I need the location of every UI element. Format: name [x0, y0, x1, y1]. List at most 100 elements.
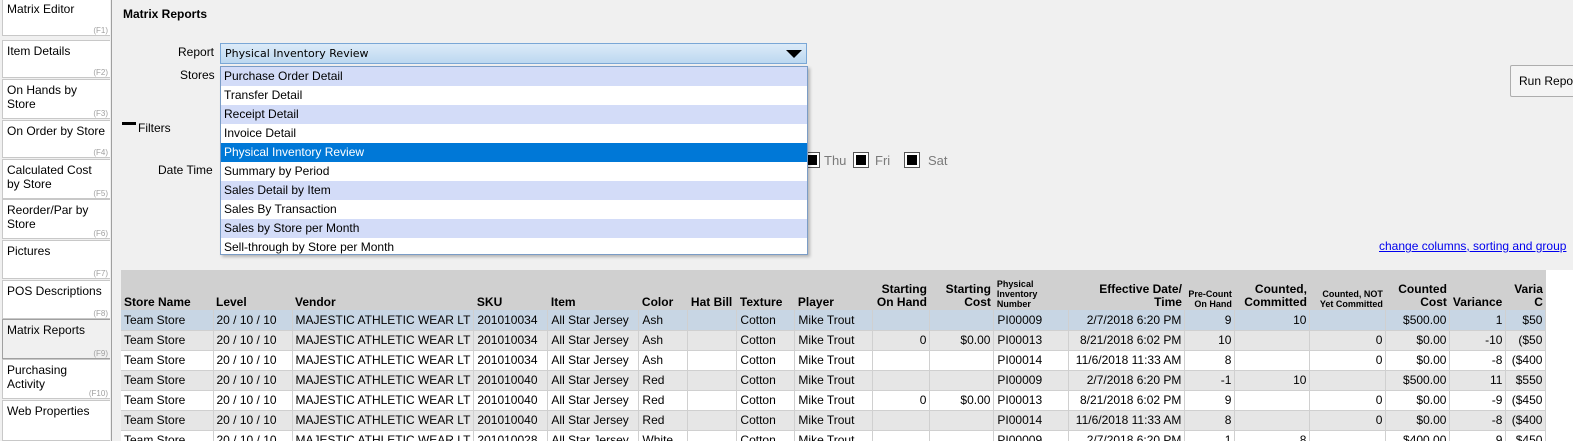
table-row[interactable]: Team Store 20 / 10 / 10 MAJESTIC ATHLETIC … — [121, 350, 1547, 371]
table-row[interactable]: Team Store 20 / 10 / 10 MAJESTIC ATHLETIC … — [121, 330, 1547, 351]
table-row[interactable]: Team Store 20 / 10 / 10 MAJESTIC ATHLETIC … — [121, 430, 1547, 441]
table-cell[interactable]: MAJESTIC ATHLETIC WEAR LT — [292, 430, 475, 441]
table-cell[interactable]: Cotton — [736, 410, 796, 431]
table-row[interactable]: Team Store 20 / 10 / 10 MAJESTIC ATHLETIC … — [121, 390, 1547, 411]
dropdown-option[interactable]: Invoice Detail — [221, 124, 807, 143]
dropdown-option[interactable]: Purchase Order Detail — [221, 67, 807, 86]
column-header[interactable]: Level — [213, 270, 292, 310]
table-cell[interactable] — [687, 310, 738, 331]
column-header[interactable]: Variance — [1449, 270, 1506, 310]
day-checkbox-fri[interactable]: Fri — [853, 152, 903, 170]
table-cell[interactable]: 20 / 10 / 10 — [213, 370, 293, 391]
report-grid[interactable]: Store Name Level Vendor SKU Item Color H… — [121, 270, 1573, 441]
table-cell[interactable] — [687, 410, 738, 431]
table-cell[interactable]: ($400 — [1505, 410, 1547, 431]
table-cell[interactable]: Team Store — [121, 390, 214, 411]
table-cell[interactable] — [929, 350, 995, 371]
table-cell[interactable]: Cotton — [736, 330, 796, 351]
column-header[interactable]: Counted, NOT Yet Committed — [1309, 270, 1386, 310]
table-cell[interactable]: 2/7/2018 6:20 PM — [1068, 430, 1186, 441]
run-report-button[interactable]: Run Repo — [1510, 65, 1573, 97]
table-cell[interactable]: 8 — [1234, 430, 1311, 441]
table-cell[interactable]: 11/6/2018 11:33 AM — [1068, 350, 1186, 371]
table-cell[interactable]: Cotton — [736, 390, 796, 411]
table-cell[interactable] — [929, 310, 995, 331]
table-cell[interactable]: All Star Jersey — [547, 350, 640, 371]
table-row[interactable]: Team Store 20 / 10 / 10 MAJESTIC ATHLETIC … — [121, 410, 1547, 431]
column-header[interactable]: Counted, Committed — [1234, 270, 1310, 310]
table-cell[interactable]: -10 — [1449, 330, 1507, 351]
table-cell[interactable]: -8 — [1449, 410, 1507, 431]
table-cell[interactable]: 10 — [1234, 370, 1311, 391]
table-cell[interactable]: ($400 — [1505, 350, 1547, 371]
table-cell[interactable]: Mike Trout — [794, 430, 874, 441]
table-cell[interactable]: 201010040 — [473, 410, 549, 431]
sidebar-item-pictures[interactable]: Pictures (F7) — [2, 240, 110, 279]
table-cell[interactable] — [687, 350, 738, 371]
table-cell[interactable]: All Star Jersey — [547, 410, 640, 431]
table-cell[interactable]: Cotton — [736, 370, 796, 391]
day-checkbox-sat[interactable]: Sat — [904, 152, 954, 170]
column-header[interactable]: Counted Cost — [1385, 270, 1450, 310]
table-cell[interactable]: 9 — [1184, 390, 1236, 411]
table-cell[interactable]: $0.00 — [1385, 390, 1451, 411]
sidebar-item-on-order-by-store[interactable]: On Order by Store (F4) — [2, 120, 110, 158]
table-cell[interactable]: Team Store — [121, 430, 214, 441]
table-cell[interactable] — [929, 370, 995, 391]
table-cell[interactable]: 2/7/2018 6:20 PM — [1068, 310, 1186, 331]
table-cell[interactable]: MAJESTIC ATHLETIC WEAR LT — [292, 410, 475, 431]
table-cell[interactable]: ($50 — [1505, 330, 1547, 351]
table-cell[interactable] — [1234, 350, 1311, 371]
table-cell[interactable] — [1234, 330, 1311, 351]
table-cell[interactable]: 8 — [1184, 350, 1236, 371]
table-cell[interactable]: 8 — [1184, 410, 1236, 431]
table-cell[interactable] — [1234, 390, 1311, 411]
table-cell[interactable]: 0 — [1309, 410, 1387, 431]
table-cell[interactable]: -9 — [1449, 390, 1507, 411]
table-cell[interactable]: Ash — [638, 350, 689, 371]
table-cell[interactable] — [687, 330, 738, 351]
table-cell[interactable] — [872, 410, 931, 431]
table-cell[interactable]: 201010034 — [473, 330, 549, 351]
dropdown-option[interactable]: Sales by Store per Month — [221, 219, 807, 238]
table-cell[interactable]: 2/7/2018 6:20 PM — [1068, 370, 1186, 391]
table-cell[interactable]: All Star Jersey — [547, 370, 640, 391]
table-cell[interactable]: Mike Trout — [794, 330, 874, 351]
table-cell[interactable] — [687, 430, 738, 441]
table-cell[interactable]: Red — [638, 370, 689, 391]
table-cell[interactable]: $0.00 — [1385, 350, 1451, 371]
table-cell[interactable]: 1 — [1449, 310, 1507, 331]
table-cell[interactable]: 10 — [1234, 310, 1311, 331]
table-cell[interactable] — [929, 410, 995, 431]
column-header[interactable]: Player — [794, 270, 873, 310]
table-cell[interactable]: All Star Jersey — [547, 330, 640, 351]
table-cell[interactable] — [1309, 370, 1387, 391]
dropdown-option[interactable]: Sales By Transaction — [221, 200, 807, 219]
column-header[interactable]: Vendor — [292, 270, 474, 310]
table-cell[interactable]: 8/21/2018 6:02 PM — [1068, 390, 1186, 411]
column-header[interactable]: Starting On Hand — [872, 270, 930, 310]
table-cell[interactable] — [929, 430, 995, 441]
table-cell[interactable]: Team Store — [121, 370, 214, 391]
column-header[interactable]: Store Name — [121, 270, 213, 310]
collapse-icon[interactable] — [122, 122, 136, 125]
table-cell[interactable]: 9 — [1449, 430, 1507, 441]
table-cell[interactable]: ($450 — [1505, 390, 1547, 411]
table-cell[interactable]: 201010040 — [473, 390, 549, 411]
table-cell[interactable]: Ash — [638, 330, 689, 351]
table-cell[interactable]: $0.00 — [1385, 330, 1451, 351]
table-cell[interactable]: 201010028 — [473, 430, 549, 441]
column-header[interactable]: Item — [547, 270, 639, 310]
sidebar-item-matrix-reports[interactable]: Matrix Reports (F9) — [2, 319, 110, 359]
column-header[interactable]: Pre-Count On Hand — [1184, 270, 1235, 310]
sidebar-item-pos-descriptions[interactable]: POS Descriptions (F8) — [2, 280, 110, 319]
table-cell[interactable]: All Star Jersey — [547, 310, 640, 331]
table-cell[interactable]: $500.00 — [1385, 310, 1451, 331]
sidebar-item-item-details[interactable]: Item Details (F2) — [2, 40, 110, 78]
table-cell[interactable]: 0 — [872, 390, 931, 411]
table-cell[interactable]: Mike Trout — [794, 390, 874, 411]
table-cell[interactable]: PI00014 — [993, 350, 1070, 371]
column-header[interactable]: SKU — [473, 270, 548, 310]
table-cell[interactable] — [1309, 310, 1387, 331]
table-cell[interactable]: -8 — [1449, 350, 1507, 371]
